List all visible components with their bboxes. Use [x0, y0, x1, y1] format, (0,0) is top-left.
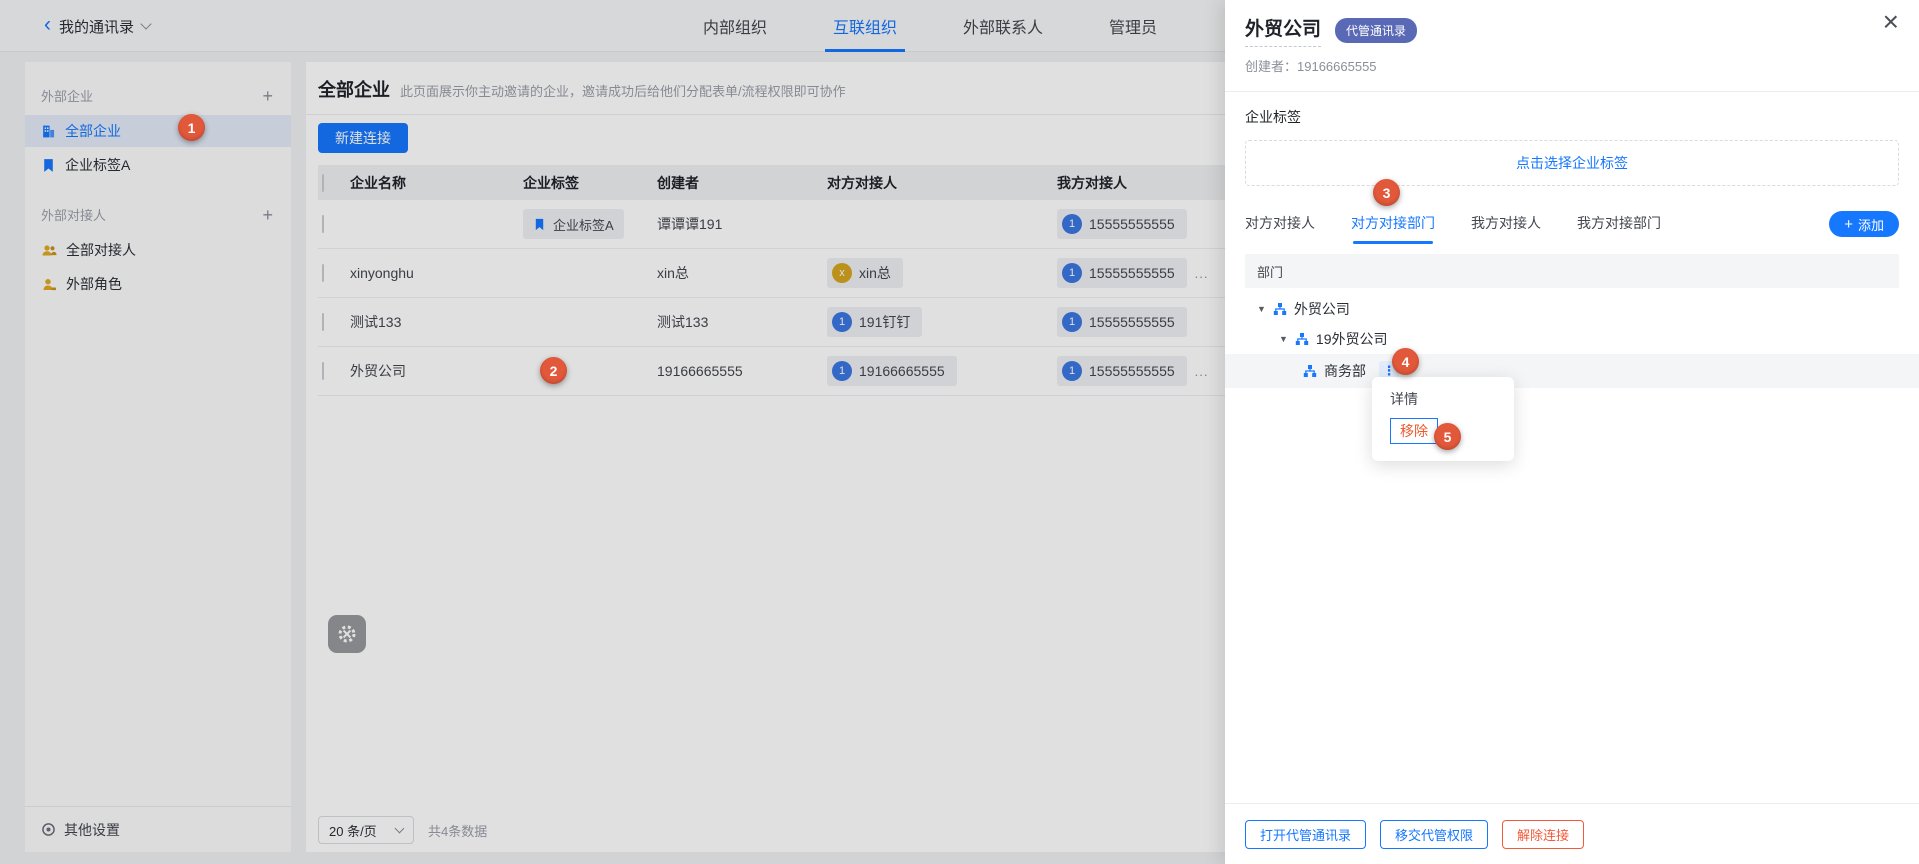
disconnect-button[interactable]: 解除连接 [1502, 820, 1584, 849]
managed-directory-badge: 代管通讯录 [1335, 18, 1417, 43]
caret-down-icon[interactable]: ▼ [1279, 334, 1288, 344]
department-icon [1295, 332, 1309, 346]
app-root: ‹ 我的通讯录 内部组织 互联组织 外部联系人 管理员 外部企业 + 全部企业 [0, 0, 1919, 864]
caret-down-icon[interactable]: ▼ [1257, 304, 1266, 314]
company-detail-drawer: × 外贸公司 代管通讯录 创建者：19166665555 企业标签 点击选择企业… [1225, 0, 1919, 864]
menu-item-remove[interactable]: 移除 [1390, 418, 1438, 444]
tree-node-label: 商务部 [1324, 361, 1366, 381]
annotation-badge-4: 4 [1392, 348, 1419, 375]
tab-counterpart-liaison[interactable]: 对方对接人 [1245, 213, 1315, 235]
annotation-badge-5: 5 [1434, 423, 1461, 450]
department-tree: ▼ 外贸公司 ▼ 19外贸公司 [1245, 294, 1899, 388]
open-managed-directory-button[interactable]: 打开代管通讯录 [1245, 820, 1366, 849]
plus-icon: + [1844, 217, 1853, 232]
tag-section-label: 企业标签 [1245, 107, 1899, 127]
drawer-divider [1225, 91, 1919, 92]
drawer-title: 外贸公司 [1245, 14, 1321, 47]
department-icon [1273, 302, 1287, 316]
add-button-label: 添加 [1858, 215, 1884, 234]
tab-our-liaison[interactable]: 我方对接人 [1471, 213, 1541, 235]
drawer-creator-line: 创建者：19166665555 [1245, 56, 1899, 75]
close-icon[interactable]: × [1883, 8, 1899, 36]
tree-node-child[interactable]: ▼ 19外贸公司 [1245, 324, 1899, 354]
annotation-badge-3: 3 [1373, 179, 1400, 206]
tree-node-label: 19外贸公司 [1316, 329, 1388, 349]
tree-node-label: 外贸公司 [1294, 299, 1350, 319]
tree-node-root[interactable]: ▼ 外贸公司 [1245, 294, 1899, 324]
transfer-managed-rights-button[interactable]: 移交代管权限 [1380, 820, 1488, 849]
add-button[interactable]: + 添加 [1829, 211, 1899, 237]
drawer-footer: 打开代管通讯录 移交代管权限 解除连接 [1225, 803, 1919, 864]
department-list-header: 部门 [1245, 254, 1899, 288]
tree-node-business-dept[interactable]: 商务部 ⋮ [1225, 354, 1919, 388]
annotation-badge-1: 1 [178, 114, 205, 141]
drawer-title-row: 外贸公司 代管通讯录 [1245, 14, 1899, 47]
tab-our-department[interactable]: 我方对接部门 [1577, 213, 1661, 235]
drawer-tabs: 对方对接人 对方对接部门 我方对接人 我方对接部门 + 添加 [1245, 211, 1899, 237]
annotation-badge-2: 2 [540, 357, 567, 384]
select-company-tag-link[interactable]: 点击选择企业标签 [1245, 140, 1899, 186]
department-icon [1303, 364, 1317, 378]
menu-item-details[interactable]: 详情 [1390, 389, 1514, 409]
tab-counterpart-department[interactable]: 对方对接部门 [1351, 213, 1435, 235]
